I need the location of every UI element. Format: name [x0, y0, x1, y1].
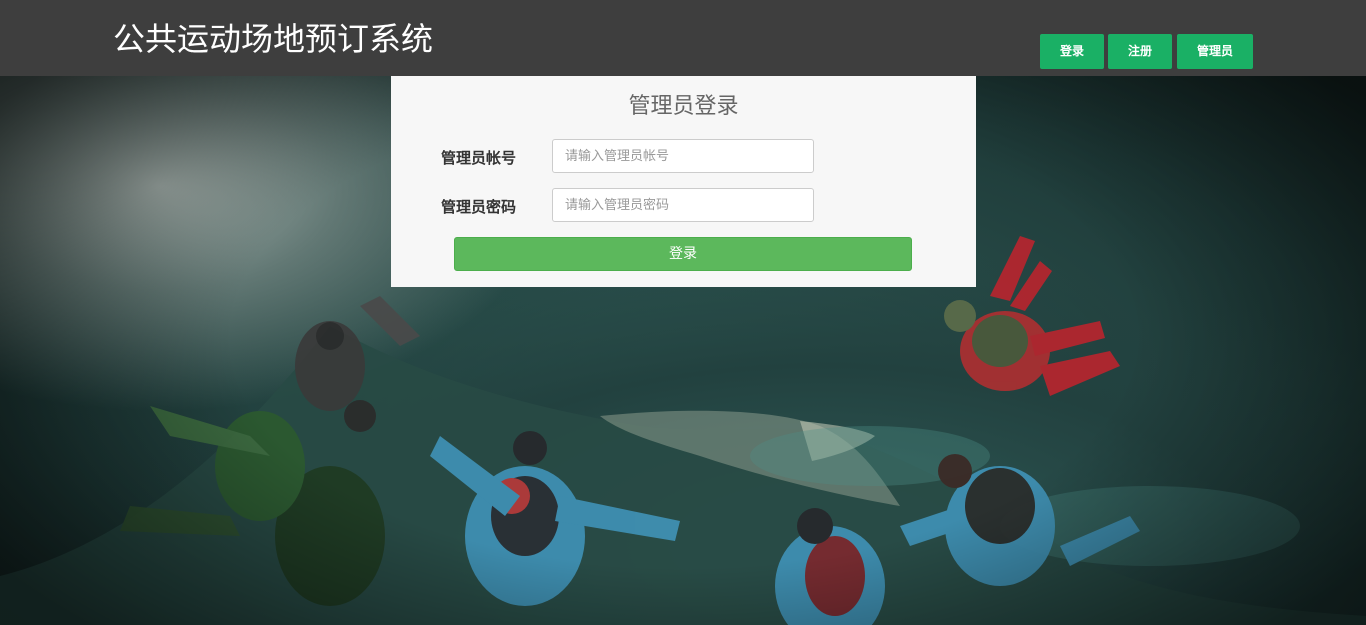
admin-account-input[interactable]: [552, 139, 814, 173]
nav-admin-button[interactable]: 管理员: [1177, 34, 1253, 69]
login-submit-button[interactable]: 登录: [454, 237, 912, 271]
site-title: 公共运动场地预订系统: [113, 20, 434, 58]
account-label: 管理员帐号: [441, 149, 517, 167]
nav-register-button[interactable]: 注册: [1108, 34, 1172, 69]
panel-title: 管理员登录: [628, 94, 739, 119]
password-label: 管理员密码: [441, 198, 517, 216]
page: 公共运动场地预订系统 登录 注册 管理员 管理员登录 管理员帐号 管理员密码 登…: [0, 0, 1366, 625]
admin-password-input[interactable]: [552, 188, 814, 222]
nav-login-button[interactable]: 登录: [1040, 34, 1104, 69]
top-header: 公共运动场地预订系统 登录 注册 管理员: [0, 0, 1366, 76]
admin-login-panel: 管理员登录 管理员帐号 管理员密码 登录: [391, 76, 976, 287]
